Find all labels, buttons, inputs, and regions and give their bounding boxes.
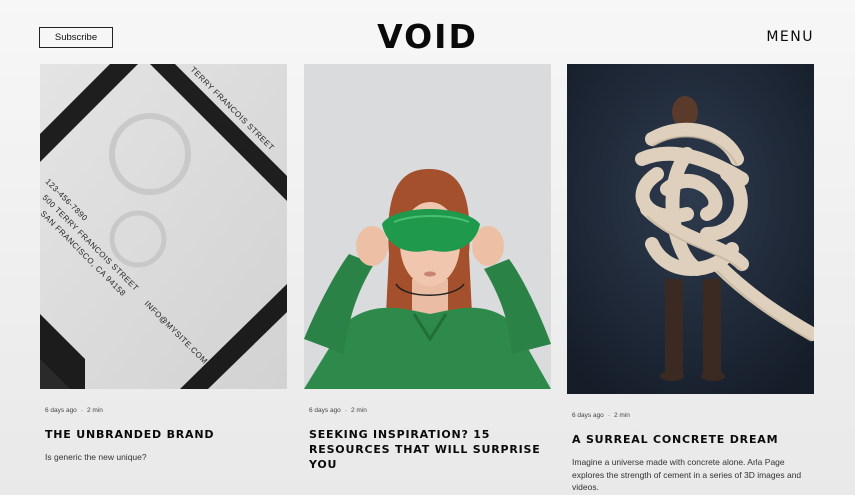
post-age: 6 days ago xyxy=(45,407,77,414)
post-card[interactable]: TERRY FRANCOIS STREET SAN FRANCISCO, CA … xyxy=(40,64,287,464)
post-title[interactable]: A SURREAL CONCRETE DREAM xyxy=(572,432,814,447)
post-title[interactable]: THE UNBRANDED BRAND xyxy=(45,427,287,442)
post-meta: 6 days ago · 2 min xyxy=(309,407,367,414)
post-read-time: 2 min xyxy=(350,407,367,414)
post-read-time: 2 min xyxy=(613,412,630,419)
post-title[interactable]: SEEKING INSPIRATION? 15 RESOURCES THAT W… xyxy=(309,427,551,472)
post-excerpt: Imagine a universe made with concrete al… xyxy=(572,457,802,492)
menu-button[interactable]: MENU xyxy=(766,29,814,45)
post-age: 6 days ago xyxy=(572,412,604,419)
post-image-business-card[interactable]: TERRY FRANCOIS STREET SAN FRANCISCO, CA … xyxy=(40,64,287,389)
post-image-concrete-dream[interactable] xyxy=(567,64,814,394)
post-meta: 6 days ago · 2 min xyxy=(572,412,630,419)
post-card[interactable]: 6 days ago · 2 min A SURREAL CONCRETE DREA… xyxy=(567,64,814,494)
post-read-time: 2 min xyxy=(86,407,103,414)
post-image-sleep-mask[interactable] xyxy=(304,64,551,389)
post-meta: 6 days ago · 2 min xyxy=(45,407,103,414)
post-card[interactable]: 6 days ago · 2 min SEEKING INSPIRATION? 15… xyxy=(304,64,551,472)
post-age: 6 days ago xyxy=(309,407,341,414)
post-excerpt: Is generic the new unique? xyxy=(45,452,147,462)
site-logo[interactable]: VOID xyxy=(0,17,855,56)
